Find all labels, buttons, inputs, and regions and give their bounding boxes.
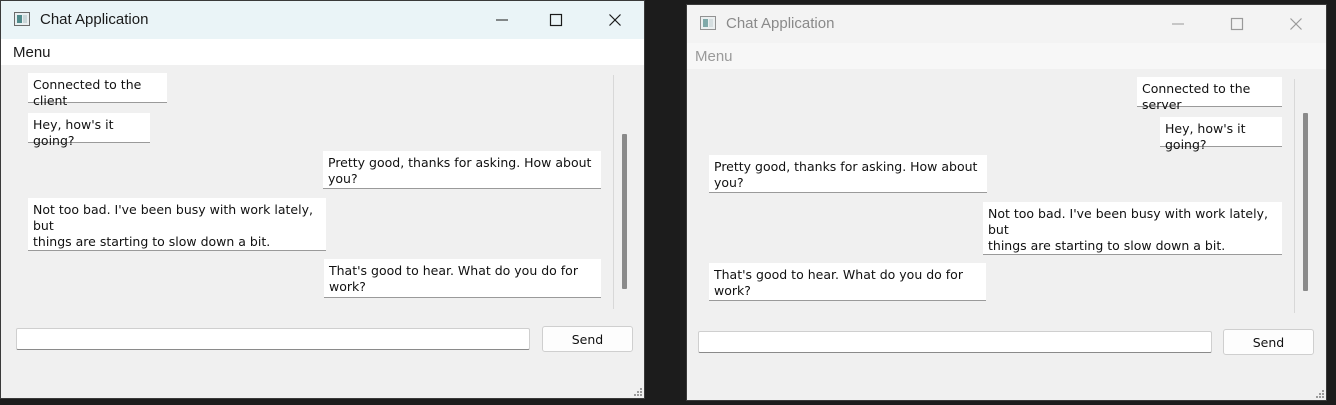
menu-item-menu[interactable]: Menu (13, 44, 51, 61)
message-list: Connected to the server Hey, how's it go… (687, 69, 1326, 319)
close-button[interactable] (1273, 5, 1319, 43)
message-bubble: Pretty good, thanks for asking. How abou… (709, 155, 987, 193)
minimize-icon (1172, 23, 1184, 25)
scrollbar-track[interactable] (613, 75, 614, 309)
resize-grip-icon[interactable] (632, 386, 642, 396)
menu-bar: Menu (687, 43, 1326, 69)
scrollbar-track[interactable] (1294, 79, 1295, 313)
maximize-icon (1230, 17, 1244, 31)
close-icon (1290, 18, 1302, 30)
minimize-button[interactable] (479, 1, 525, 39)
message-bubble: Hey, how's it going? (1160, 117, 1282, 152)
menu-item-menu[interactable]: Menu (695, 48, 733, 65)
menu-bar: Menu (1, 39, 644, 65)
app-window-icon (14, 12, 30, 26)
window-title: Chat Application (40, 11, 149, 28)
chat-window-client: Chat Application Menu Connected to the c… (0, 0, 645, 399)
message-bubble: That's good to hear. What do you do for … (324, 259, 601, 298)
minimize-button[interactable] (1155, 5, 1201, 43)
title-bar[interactable]: Chat Application (1, 1, 644, 39)
title-bar[interactable]: Chat Application (687, 5, 1326, 43)
resize-grip-icon[interactable] (1314, 388, 1324, 398)
app-window-icon (700, 16, 716, 30)
message-input[interactable] (698, 331, 1212, 353)
message-bubble: Connected to the server (1137, 77, 1282, 112)
minimize-icon (496, 19, 508, 21)
message-input[interactable] (16, 328, 530, 350)
send-button[interactable]: Send (542, 326, 633, 352)
message-list: Connected to the client Hey, how's it go… (1, 65, 644, 315)
window-title: Chat Application (726, 15, 835, 32)
message-bubble: Pretty good, thanks for asking. How abou… (323, 151, 601, 189)
send-button[interactable]: Send (1223, 329, 1314, 355)
scrollbar-thumb[interactable] (1303, 113, 1308, 291)
message-bubble: Not too bad. I've been busy with work la… (28, 198, 326, 251)
close-icon (609, 14, 621, 26)
message-bubble: That's good to hear. What do you do for … (709, 263, 986, 301)
scrollbar-thumb[interactable] (622, 134, 627, 289)
message-bubble: Hey, how's it going? (28, 113, 150, 148)
message-bubble: Connected to the client (28, 73, 167, 108)
message-bubble: Not too bad. I've been busy with work la… (983, 202, 1282, 255)
maximize-button[interactable] (533, 1, 579, 39)
chat-window-server: Chat Application Menu Connected to the s… (686, 4, 1327, 401)
maximize-icon (549, 13, 563, 27)
maximize-button[interactable] (1214, 5, 1260, 43)
close-button[interactable] (592, 1, 638, 39)
